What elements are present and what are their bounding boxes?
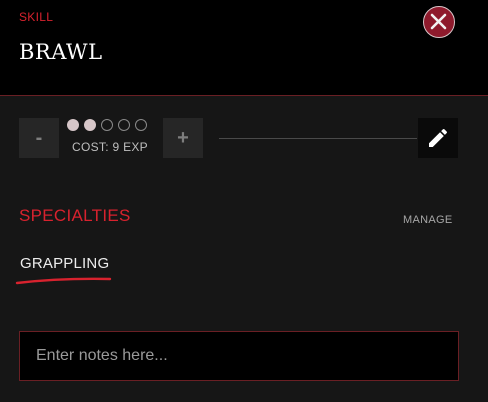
- increment-button[interactable]: +: [163, 118, 203, 158]
- decrement-button[interactable]: -: [19, 118, 59, 158]
- rating-dot[interactable]: [118, 119, 130, 131]
- close-icon: [430, 13, 447, 30]
- cost-label: COST: 9 EXP: [72, 140, 148, 154]
- rating-dot[interactable]: [135, 119, 147, 131]
- specialties-heading: SPECIALTIES: [19, 206, 131, 225]
- rating-dot[interactable]: [84, 119, 96, 131]
- edit-button[interactable]: [418, 118, 458, 158]
- divider: [219, 138, 417, 139]
- rating-dot[interactable]: [101, 119, 113, 131]
- skill-eyebrow: SKILL: [19, 10, 54, 24]
- specialty-item[interactable]: GRAPPLING: [20, 255, 109, 272]
- rating-dot[interactable]: [67, 119, 79, 131]
- manage-specialties-link[interactable]: MANAGE: [403, 214, 452, 226]
- skill-title: BRAWL: [19, 40, 103, 64]
- close-button[interactable]: [423, 6, 455, 38]
- pencil-icon: [429, 128, 448, 147]
- skill-header: SKILL BRAWL: [0, 0, 488, 96]
- specialty-underline: [15, 277, 112, 285]
- notes-input[interactable]: [19, 331, 459, 381]
